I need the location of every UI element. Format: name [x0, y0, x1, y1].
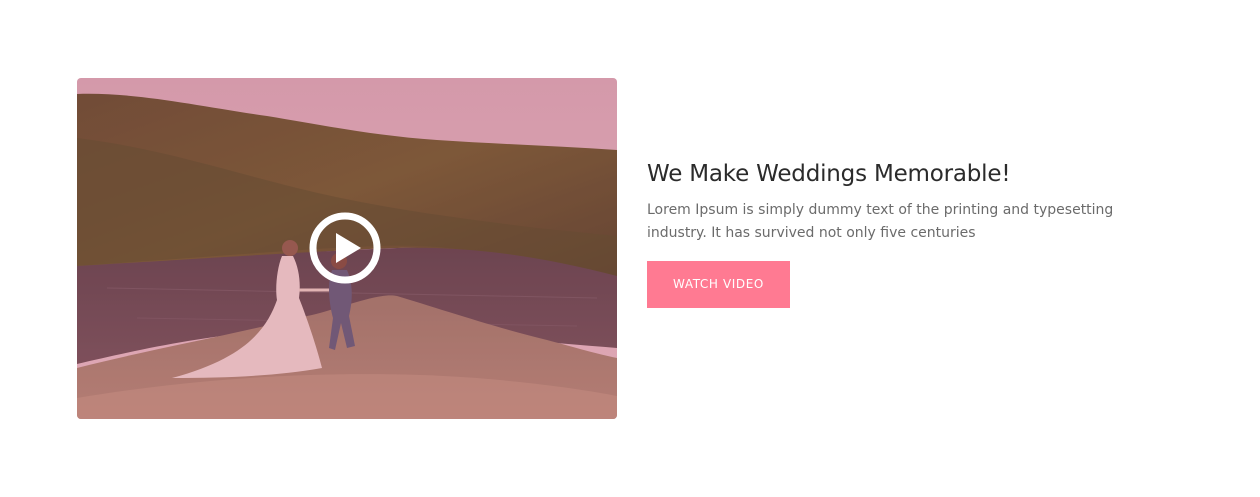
section-description: Lorem Ipsum is simply dummy text of the …: [647, 202, 1114, 241]
section-title: We Make Weddings Memorable!: [647, 161, 1011, 187]
video-thumbnail[interactable]: [77, 78, 617, 419]
play-button[interactable]: [309, 212, 381, 284]
video-section: We Make Weddings Memorable! Lorem Ipsum …: [0, 0, 1260, 497]
watch-video-button[interactable]: Watch Video: [647, 261, 790, 308]
video-text-block: We Make Weddings Memorable! Lorem Ipsum …: [647, 158, 1187, 308]
play-icon: [309, 212, 381, 284]
